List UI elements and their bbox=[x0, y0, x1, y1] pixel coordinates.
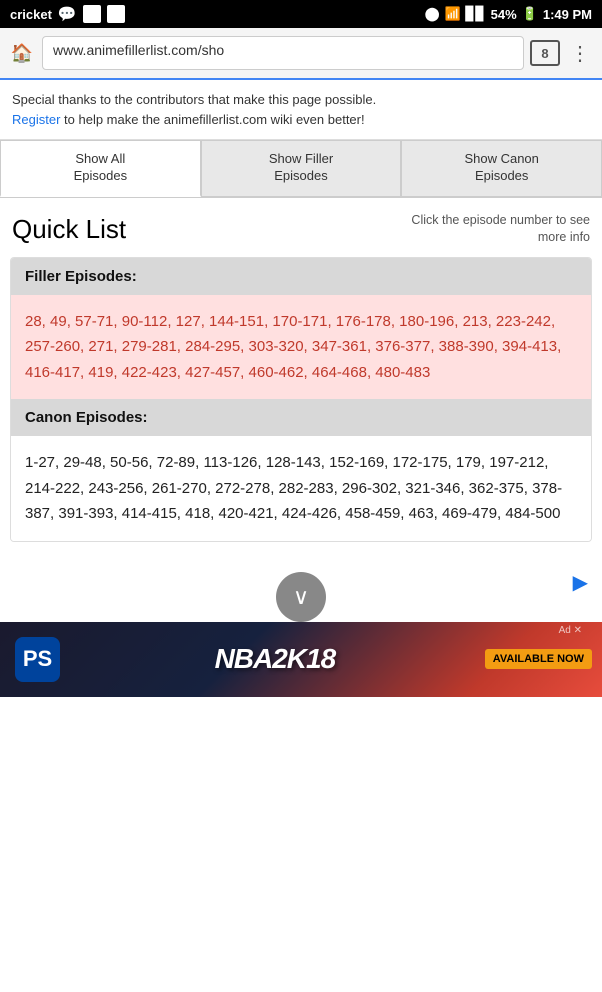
ad-close-label[interactable]: Ad ✕ bbox=[559, 625, 582, 636]
filler-header: Filler Episodes: bbox=[11, 258, 591, 295]
nba-ad-banner[interactable]: PS NBA2K18 AVAILABLE NOW Ad ✕ bbox=[0, 622, 602, 697]
carrier-label: cricket bbox=[10, 7, 52, 22]
ad-play-icon: ▶ bbox=[573, 570, 588, 595]
canon-header: Canon Episodes: bbox=[11, 399, 591, 436]
ad-available-label: AVAILABLE NOW bbox=[485, 649, 592, 669]
home-button[interactable]: 🏠 bbox=[8, 39, 36, 67]
ad-area: ∨ ▶ PS NBA2K18 AVAILABLE NOW Ad ✕ bbox=[0, 562, 602, 697]
filler-episodes: 28, 49, 57-71, 90-112, 127, 144-151, 170… bbox=[11, 295, 591, 400]
ps-label: PS bbox=[23, 646, 52, 672]
content-box: Filler Episodes: 28, 49, 57-71, 90-112, … bbox=[10, 257, 592, 542]
register-link[interactable]: Register bbox=[12, 112, 60, 127]
browser-bar: 🏠 www.animefillerlist.com/sho 8 ⋮ bbox=[0, 28, 602, 80]
app-icon-2 bbox=[107, 5, 125, 23]
quick-list-header: Quick List Click the episode number to s… bbox=[0, 198, 602, 257]
info-bar: Special thanks to the contributors that … bbox=[0, 80, 602, 140]
info-text: Special thanks to the contributors that … bbox=[12, 92, 376, 107]
time-label: 1:49 PM bbox=[543, 7, 592, 22]
quick-list-hint: Click the episode number to see more inf… bbox=[390, 212, 590, 247]
url-bar[interactable]: www.animefillerlist.com/sho bbox=[42, 36, 524, 70]
tab-show-canon[interactable]: Show CanonEpisodes bbox=[401, 140, 602, 197]
status-right: ⬤ 📶 ▊▊ 54% 🔋 1:49 PM bbox=[425, 6, 592, 22]
battery-icon: 🔋 bbox=[522, 6, 538, 22]
quick-list-title: Quick List bbox=[12, 214, 126, 245]
signal-icon: ▊▊ bbox=[466, 6, 486, 22]
info-text2: to help make the animefillerlist.com wik… bbox=[60, 112, 364, 127]
scroll-down-button[interactable]: ∨ bbox=[276, 572, 326, 622]
messenger-icon: 💬 bbox=[58, 5, 77, 23]
app-icon-1 bbox=[83, 5, 101, 23]
more-options-button[interactable]: ⋮ bbox=[566, 39, 594, 68]
tab-count[interactable]: 8 bbox=[530, 40, 560, 66]
tab-show-all[interactable]: Show AllEpisodes bbox=[0, 140, 201, 197]
status-left: cricket 💬 bbox=[10, 5, 125, 23]
tab-show-filler[interactable]: Show FillerEpisodes bbox=[201, 140, 402, 197]
status-bar: cricket 💬 ⬤ 📶 ▊▊ 54% 🔋 1:49 PM bbox=[0, 0, 602, 28]
tabs-container: Show AllEpisodes Show FillerEpisodes Sho… bbox=[0, 140, 602, 198]
bluetooth-icon: ⬤ bbox=[425, 6, 440, 22]
ps-icon: PS bbox=[15, 637, 60, 682]
canon-episodes: 1-27, 29-48, 50-56, 72-89, 113-126, 128-… bbox=[11, 436, 591, 541]
battery-label: 54% bbox=[491, 7, 517, 22]
wifi-icon: 📶 bbox=[444, 6, 460, 22]
nba-logo-text: NBA2K18 bbox=[215, 643, 336, 675]
playstation-logo: PS bbox=[10, 632, 65, 687]
